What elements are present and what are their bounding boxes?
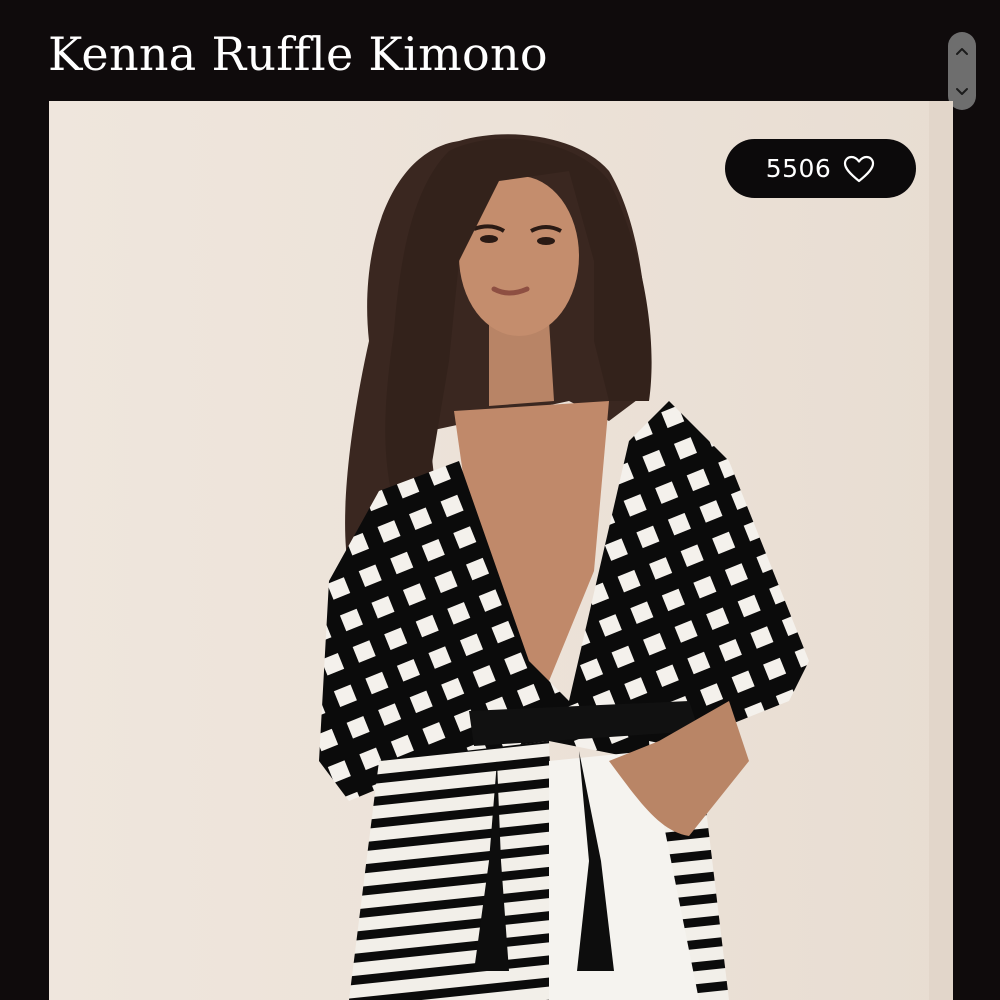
- chevron-up-icon: [956, 47, 968, 55]
- chevron-down-icon: [956, 87, 968, 95]
- scroll-control[interactable]: [948, 32, 976, 110]
- page-title: Kenna Ruffle Kimono: [48, 27, 548, 81]
- heart-outline-icon: [843, 155, 875, 183]
- like-count: 5506: [765, 154, 832, 183]
- scroll-up-button[interactable]: [948, 32, 976, 71]
- product-photo: [49, 101, 953, 1000]
- like-button[interactable]: 5506: [725, 139, 916, 198]
- model-illustration: [319, 101, 953, 1000]
